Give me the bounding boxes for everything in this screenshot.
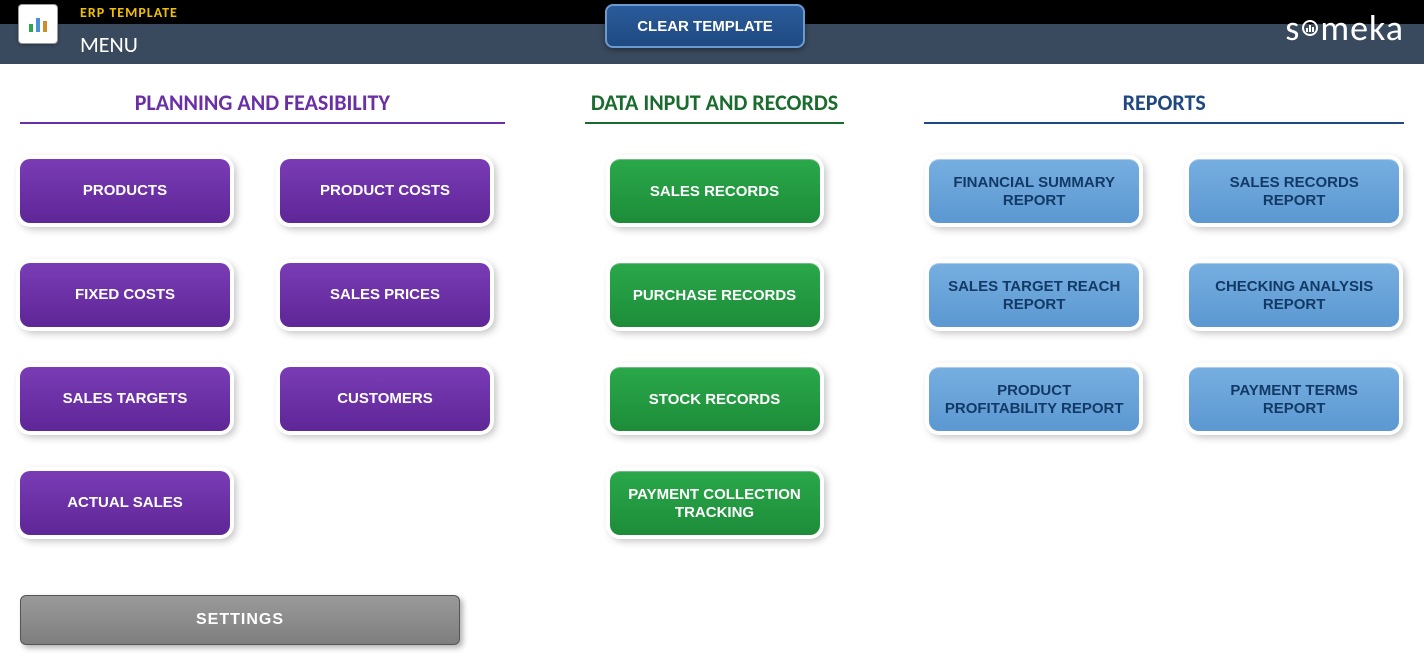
section-data-input-title: DATA INPUT AND RECORDS [585,89,845,124]
section-data-input: DATA INPUT AND RECORDS SALES RECORDS PUR… [585,89,845,645]
reports-grid: FINANCIAL SUMMARY REPORT SALES RECORDS R… [924,159,1404,431]
product-profitability-report-button[interactable]: PRODUCT PROFITABILITY REPORT [929,367,1139,431]
sales-prices-button[interactable]: SALES PRICES [280,263,490,327]
payment-collection-tracking-button[interactable]: PAYMENT COLLECTION TRACKING [610,471,820,535]
checking-analysis-report-button[interactable]: CHECKING ANALYSIS REPORT [1189,263,1399,327]
section-planning: PLANNING AND FEASIBILITY PRODUCTS PRODUC… [20,89,505,645]
payment-terms-report-button[interactable]: PAYMENT TERMS REPORT [1189,367,1399,431]
products-button[interactable]: PRODUCTS [20,159,230,223]
customers-button[interactable]: CUSTOMERS [280,367,490,431]
stock-records-button[interactable]: STOCK RECORDS [610,367,820,431]
sales-target-reach-report-button[interactable]: SALES TARGET REACH REPORT [929,263,1139,327]
actual-sales-button[interactable]: ACTUAL SALES [20,471,230,535]
app-title: ERP TEMPLATE [80,4,178,21]
planning-grid: PRODUCTS PRODUCT COSTS FIXED COSTS SALES… [20,159,505,535]
sales-records-report-button[interactable]: SALES RECORDS REPORT [1189,159,1399,223]
financial-summary-report-button[interactable]: FINANCIAL SUMMARY REPORT [929,159,1139,223]
menu-title: MENU [80,31,138,58]
sales-records-button[interactable]: SALES RECORDS [610,159,820,223]
app-logo-icon [18,4,58,44]
data-input-grid: SALES RECORDS PURCHASE RECORDS STOCK REC… [585,159,845,535]
brand-logo: s meka [1285,6,1404,50]
product-costs-button[interactable]: PRODUCT COSTS [280,159,490,223]
sales-targets-button[interactable]: SALES TARGETS [20,367,230,431]
clear-template-button[interactable]: CLEAR TEMPLATE [605,4,805,48]
settings-button[interactable]: SETTINGS [20,595,460,645]
main-content: PLANNING AND FEASIBILITY PRODUCTS PRODUC… [0,64,1424,645]
section-planning-title: PLANNING AND FEASIBILITY [20,89,505,124]
brand-text-2: meka [1320,6,1404,50]
section-reports: REPORTS FINANCIAL SUMMARY REPORT SALES R… [924,89,1404,645]
purchase-records-button[interactable]: PURCHASE RECORDS [610,263,820,327]
menu-bar: MENU CLEAR TEMPLATE s meka [0,24,1424,64]
section-reports-title: REPORTS [924,89,1404,124]
brand-text-1: s [1285,6,1300,50]
fixed-costs-button[interactable]: FIXED COSTS [20,263,230,327]
brand-chart-icon [1302,20,1318,36]
